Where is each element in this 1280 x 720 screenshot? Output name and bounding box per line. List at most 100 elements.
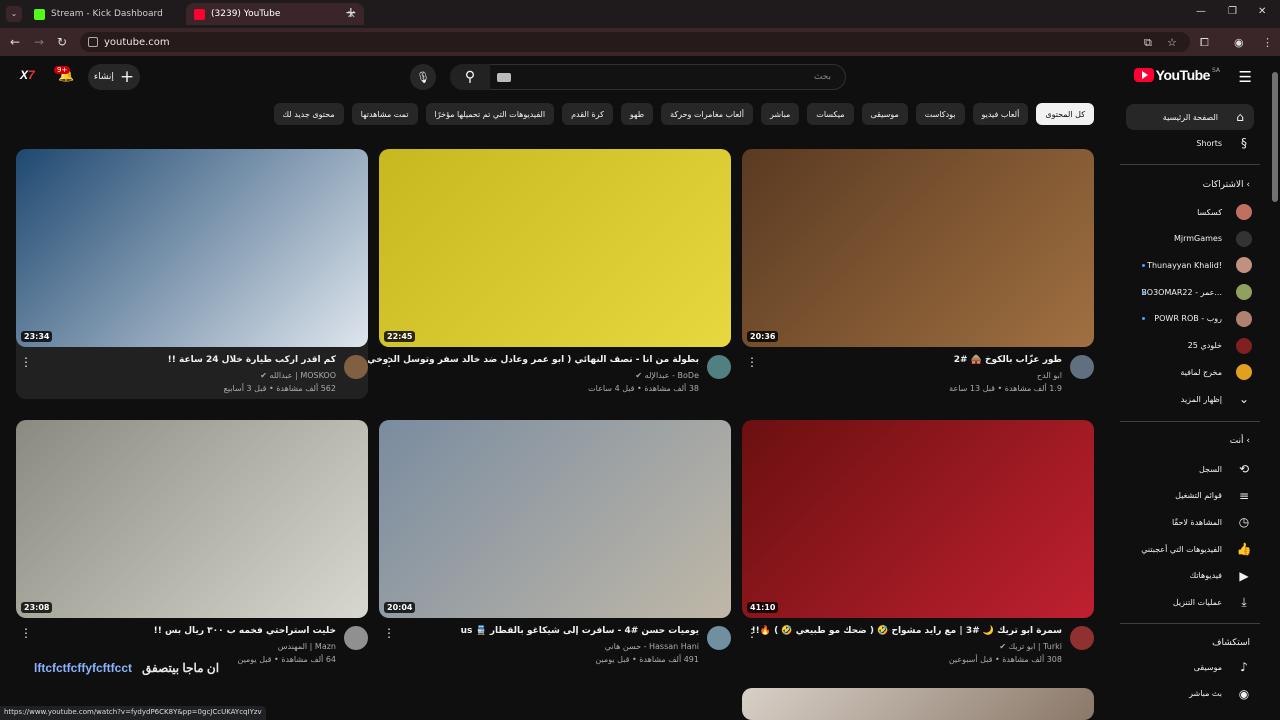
sidebar-item[interactable]: MjrmGames (1128, 226, 1258, 252)
create-button[interactable]: إنشاء + (88, 64, 140, 90)
video-card[interactable]: 20:36 طور عزّاب بالكوخ 🛖 #2 ابو الدح 1.9 أل… (742, 149, 1094, 399)
sidebar-item-shorts[interactable]: Shorts § (1128, 130, 1258, 156)
sidebar-item[interactable]: الفيديوهات التي أعجبتني 👍 (1128, 536, 1258, 562)
video-card[interactable]: 22:45 بطولة من انا - نصف النهائي ( ابو عم… (360, 149, 731, 399)
sidebar-item[interactable]: فيديوهاتك ▶ (1128, 563, 1258, 589)
video-card[interactable]: 23:08 خليت استراحتي فخمه ب ٣٠٠ ريال بس !!… (16, 420, 368, 670)
url-text: youtube.com (104, 36, 170, 48)
more-actions-icon[interactable]: ⋮ (20, 355, 32, 369)
sidebar-item[interactable]: BO3OMAR22 - عمر... (1128, 279, 1258, 305)
video-title[interactable]: كم اقدر اركب طيارة خلال 24 ساعة !! (168, 355, 336, 365)
site-info-icon[interactable] (88, 37, 98, 47)
channel-name[interactable]: BoDe - عبدالإله ✔ (635, 371, 699, 380)
new-tab-button[interactable]: + (345, 5, 357, 21)
extensions-icon[interactable]: ⧠ (1200, 36, 1209, 50)
video-title[interactable]: بطولة من انا - نصف النهائي ( ابو عمر وعا… (360, 355, 699, 365)
search-input[interactable]: بحث (488, 64, 846, 90)
video-thumbnail[interactable]: 23:08 (16, 420, 368, 618)
restore-icon[interactable]: ❐ (1228, 6, 1237, 17)
subscriptions-heading[interactable]: الاشتراكات ‹ (1203, 180, 1250, 190)
install-app-icon[interactable]: ⧉ (1144, 36, 1152, 50)
sidebar-item[interactable]: خلودي 25 (1128, 333, 1258, 359)
channel-name[interactable]: ابو الدح (1037, 371, 1062, 380)
more-actions-icon[interactable]: ⋮ (746, 355, 758, 369)
video-duration: 20:04 (384, 602, 416, 613)
search-button[interactable]: ⚲ (450, 64, 490, 90)
sidebar-item[interactable]: السجل ⟲ (1128, 456, 1258, 482)
reload-icon[interactable]: ↻ (57, 35, 67, 49)
filter-chip[interactable]: مباشر (761, 103, 800, 125)
channel-name[interactable]: Hassan Hani - حسن هاني (605, 642, 699, 651)
keyboard-icon[interactable] (497, 73, 511, 82)
close-window-icon[interactable]: ✕ (1258, 6, 1266, 17)
filter-chip[interactable]: كل المحتوى (1036, 103, 1094, 125)
more-actions-icon[interactable]: ⋮ (746, 626, 758, 640)
filter-chip[interactable]: كرة القدم (562, 103, 613, 125)
video-thumbnail[interactable] (742, 688, 1094, 720)
filter-chip[interactable]: ألعاب فيديو (972, 103, 1029, 125)
filter-chip[interactable]: محتوى جديد لك (273, 103, 344, 125)
filter-chip[interactable]: تمت مشاهدتها (351, 103, 418, 125)
more-actions-icon[interactable]: ⋮ (20, 626, 32, 640)
filter-chip[interactable]: طهو (620, 103, 654, 125)
channel-name[interactable]: Mazn | المهندس (278, 642, 336, 651)
you-heading[interactable]: أنت ‹ (1230, 436, 1250, 446)
video-thumbnail[interactable]: 41:10 (742, 420, 1094, 618)
video-card[interactable]: 20:04 يوميات حسن #4 - سافرت إلى شيكاغو با… (379, 420, 731, 670)
video-card[interactable]: 41:10 سمرة ابو تريك 🌙 #3 | مع رايد مشواح … (742, 420, 1094, 670)
back-arrow-icon[interactable]: ← (10, 35, 20, 49)
video-card[interactable]: 23:34 كم اقدر اركب طيارة خلال 24 ساعة !! M… (16, 149, 368, 399)
channel-avatar[interactable] (344, 355, 368, 379)
video-title[interactable]: سمرة ابو تريك 🌙 #3 | مع رايد مشواح 🤣 ( ض… (752, 626, 1062, 636)
channel-name[interactable]: MOSKOO | عبدالله ✔ (260, 371, 336, 380)
filter-chip[interactable]: ميكسات (807, 103, 854, 125)
sidebar-item[interactable]: إظهار المزيد ⌄ (1128, 386, 1258, 412)
channel-avatar[interactable] (1070, 355, 1094, 379)
hamburger-menu-icon[interactable]: ☰ (1239, 68, 1252, 86)
video-title[interactable]: خليت استراحتي فخمه ب ٣٠٠ ريال بس !! (154, 626, 336, 636)
channel-avatar[interactable] (1070, 626, 1094, 650)
more-actions-icon[interactable]: ⋮ (383, 355, 395, 369)
filter-chip[interactable]: بودكاست (915, 103, 965, 125)
channel-name[interactable]: Turki | ابو تريك ✔ (999, 642, 1062, 651)
youtube-logo[interactable]: YouTube SA (1133, 67, 1220, 83)
page-scrollbar[interactable] (1272, 72, 1278, 202)
sidebar-item[interactable]: قوائم التشغيل ≡ (1128, 483, 1258, 509)
address-bar[interactable]: youtube.com (80, 32, 1190, 52)
link-status-bar: https://www.youtube.com/watch?v=fydydP6C… (0, 706, 266, 720)
video-thumbnail[interactable]: 23:34 (16, 149, 368, 347)
channel-avatar[interactable] (344, 626, 368, 650)
video-title[interactable]: طور عزّاب بالكوخ 🛖 #2 (954, 355, 1062, 365)
voice-search-button[interactable]: 🎙 (410, 64, 436, 90)
video-metadata: 562 ألف مشاهدة • قبل 3 أسابيع (223, 384, 336, 393)
browser-tab-kick[interactable]: Stream - Kick Dashboard ✕ (26, 3, 204, 25)
forward-arrow-icon[interactable]: → (34, 35, 44, 49)
sidebar-item[interactable]: بث مباشر ◉ (1128, 681, 1258, 707)
profile-avatar-icon[interactable]: ◉ (1234, 36, 1244, 49)
sidebar-item[interactable]: موسيقى ♪ (1128, 654, 1258, 680)
sidebar-item[interactable]: Thunayyan Khalid! (1128, 252, 1258, 278)
sidebar-item[interactable]: كسكسا (1128, 199, 1258, 225)
video-thumbnail[interactable]: 20:04 (379, 420, 731, 618)
channel-avatar[interactable] (707, 355, 731, 379)
tab-search-button[interactable]: ⌄ (6, 6, 22, 22)
sidebar-item-home[interactable]: الصفحة الرئيسية ⌂ (1126, 104, 1254, 130)
minimize-icon[interactable]: — (1196, 6, 1206, 17)
filter-chip[interactable]: ألعاب مغامرات وحركة (661, 103, 754, 125)
bookmark-star-icon[interactable]: ☆ (1167, 36, 1177, 49)
filter-chip[interactable]: الفيديوهات التي تم تحميلها مؤخرًا (425, 103, 555, 125)
account-avatar[interactable]: X7 (20, 68, 35, 82)
video-title[interactable]: يوميات حسن #4 - سافرت إلى شيكاغو بالقطار… (461, 626, 699, 636)
sidebar-item[interactable]: مخرج لمافية (1128, 359, 1258, 385)
sidebar-item[interactable]: المشاهدة لاحقًا ◷ (1128, 509, 1258, 535)
sidebar-item[interactable]: عمليات التنزيل ⤓ (1128, 590, 1258, 616)
sidebar-item[interactable]: POWR ROB - روب (1128, 306, 1258, 332)
browser-tab-youtube[interactable]: (3239) YouTube ✕ (186, 3, 364, 25)
filter-chip[interactable]: موسيقى (861, 103, 908, 125)
browser-menu-icon[interactable]: ⋮ (1262, 36, 1273, 49)
video-thumbnail[interactable]: 20:36 (742, 149, 1094, 347)
channel-avatar[interactable] (707, 626, 731, 650)
more-actions-icon[interactable]: ⋮ (383, 626, 395, 640)
video-card[interactable] (742, 688, 1094, 720)
video-thumbnail[interactable]: 22:45 (379, 149, 731, 347)
